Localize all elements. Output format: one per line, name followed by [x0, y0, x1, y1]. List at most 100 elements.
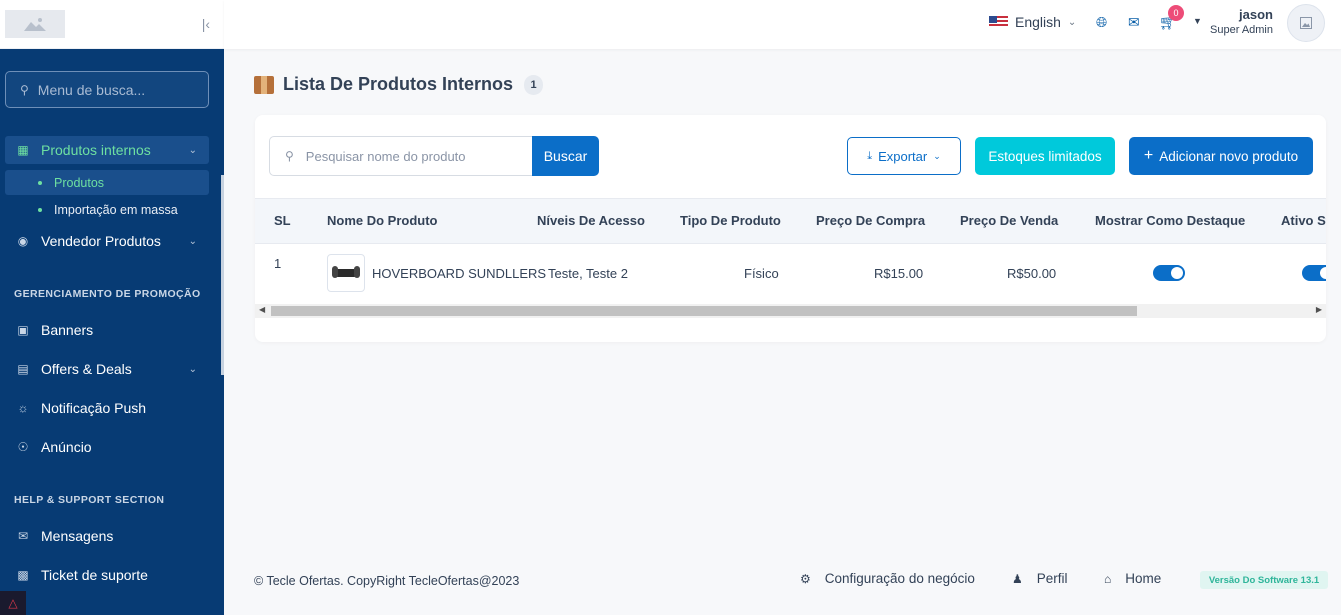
footer-link-label: Perfil — [1036, 571, 1068, 586]
sidebar-item-produtos-internos[interactable]: ▦ Produtos internos ⌄ — [5, 136, 209, 164]
sidebar-item-vendedor-produtos[interactable]: ◉ Vendedor Produtos ⌄ — [5, 227, 209, 255]
horizontal-scrollbar[interactable]: ◀ ▶ — [255, 304, 1326, 318]
products-card: ⚲ Pesquisar nome do produto Buscar ⤓ Exp… — [255, 115, 1326, 342]
sidebar-item-label: Mensagens — [41, 528, 114, 544]
column-header: Preço De Venda — [960, 213, 1059, 228]
sidebar-item-label: Anúncio — [41, 439, 92, 455]
sidebar-search-input[interactable]: ⚲ Menu de busca... — [5, 71, 209, 108]
column-header: Nome Do Produto — [327, 213, 438, 228]
footer-link-label: Home — [1125, 571, 1162, 586]
section-label-help: HELP & SUPPORT SECTION — [14, 494, 165, 506]
sidebar-item-ticket[interactable]: ▩ Ticket de suporte — [5, 561, 209, 589]
globe-icon[interactable]: 🌐︎ — [1096, 14, 1107, 31]
sidebar-item-label: Notificação Push — [41, 400, 147, 416]
topbar: English ⌄ 🌐︎ ✉ 🛒︎ 0 ▼ jason Super Admin — [224, 0, 1341, 49]
box-icon — [254, 75, 274, 94]
column-header: Níveis De Acesso — [537, 213, 645, 228]
chevron-down-icon: ⌄ — [188, 363, 197, 375]
cell-purchase-price: R$15.00 — [874, 266, 924, 281]
sidebar-item-mensagens[interactable]: ✉ Mensagens — [5, 522, 209, 550]
gift-icon: ▤ — [17, 362, 29, 376]
sidebar-item-push[interactable]: ☼ Notificação Push — [5, 394, 209, 422]
column-header: Mostrar Como Destaque — [1095, 213, 1246, 228]
envelope-icon: ✉ — [17, 529, 29, 543]
sidebar-scrollbar[interactable] — [221, 175, 224, 375]
globe-icon: ◉ — [17, 234, 29, 248]
search-icon: ⚲ — [20, 82, 29, 97]
cell-sale-price: R$50.00 — [1007, 266, 1057, 281]
cell-product-type: Físico — [744, 266, 779, 281]
sidebar-item-anuncio[interactable]: ☉ Anúncio — [5, 433, 209, 461]
caret-down-icon[interactable]: ▼ — [1193, 16, 1202, 26]
plus-icon: + — [1143, 147, 1154, 164]
us-flag-icon — [989, 16, 1008, 28]
chevron-down-icon: ⌄ — [188, 144, 197, 156]
debug-icon[interactable]: △ — [0, 591, 26, 615]
sidebar-item-offers[interactable]: ▤ Offers & Deals ⌄ — [5, 355, 209, 383]
logo-image-icon — [24, 18, 46, 31]
export-label: Exportar — [878, 148, 928, 164]
user-name[interactable]: jason — [1239, 7, 1273, 22]
footer-link-config[interactable]: ⚙ Configuração do negócio — [800, 571, 975, 586]
avatar[interactable] — [1287, 4, 1325, 42]
hoverboard-image-icon — [332, 266, 360, 278]
footer-copyright: © Tecle Ofertas. CopyRight TecleOfertas@… — [254, 574, 520, 588]
sidebar-subitem-label: Produtos — [54, 175, 105, 190]
language-selector[interactable]: English ⌄ — [989, 14, 1076, 30]
logo[interactable] — [5, 10, 65, 38]
search-icon: ⚲ — [285, 149, 294, 163]
user-icon: ♟ — [1012, 571, 1023, 586]
active-status-toggle[interactable] — [1302, 265, 1326, 281]
sidebar-item-label: Banners — [41, 322, 94, 338]
chat-icon: ▩ — [17, 568, 29, 582]
chevron-down-icon: ⌄ — [933, 150, 941, 161]
cell-sl: 1 — [274, 256, 282, 271]
sidebar-subitem-importacao[interactable]: Importação em massa — [5, 197, 209, 222]
image-icon: ▣ — [17, 323, 29, 337]
footer-link-home[interactable]: ⌂ Home — [1104, 571, 1161, 586]
chevron-down-icon: ⌄ — [1067, 16, 1077, 28]
sidebar-subitem-produtos[interactable]: Produtos — [5, 170, 209, 195]
search-button[interactable]: Buscar — [532, 136, 599, 176]
page-title-text: Lista De Produtos Internos — [283, 74, 514, 94]
bullet-icon — [38, 207, 42, 212]
page-title: Lista De Produtos Internos 1 — [254, 74, 544, 95]
sidebar-header: |‹ — [0, 0, 224, 49]
microphone-icon: ☉ — [17, 440, 29, 454]
envelope-icon[interactable]: ✉ — [1128, 14, 1140, 31]
featured-toggle[interactable] — [1153, 265, 1185, 281]
bullet-icon — [38, 180, 42, 185]
cart-count-badge: 0 — [1168, 5, 1184, 21]
scroll-left-icon[interactable]: ◀ — [259, 305, 265, 314]
add-product-button[interactable]: + Adicionar novo produto — [1129, 137, 1313, 175]
footer-link-perfil[interactable]: ♟ Perfil — [1012, 571, 1068, 586]
sidebar-subitem-label: Importação em massa — [54, 202, 178, 217]
sidebar: |‹ ⚲ Menu de busca... ▦ Produtos interno… — [0, 0, 224, 615]
add-product-label: Adicionar novo produto — [1159, 148, 1299, 164]
collapse-sidebar-icon[interactable]: |‹ — [202, 16, 210, 32]
column-header: Ativo Status — [1281, 213, 1326, 228]
product-count-badge: 1 — [524, 74, 544, 95]
product-search-placeholder: Pesquisar nome do produto — [305, 148, 466, 164]
product-thumbnail[interactable] — [327, 254, 365, 292]
gear-icon: ⚙ — [800, 571, 811, 586]
home-icon: ⌂ — [1104, 571, 1112, 586]
footer-link-label: Configuração do negócio — [824, 571, 975, 586]
sidebar-item-banners[interactable]: ▣ Banners — [5, 316, 209, 344]
limited-stock-button[interactable]: Estoques limitados — [975, 137, 1115, 175]
export-button[interactable]: ⤓ Exportar ⌄ — [847, 137, 961, 175]
product-search-input[interactable]: ⚲ Pesquisar nome do produto — [269, 136, 533, 176]
cell-product-name[interactable]: HOVERBOARD SUNDLLERS — [372, 266, 546, 281]
sidebar-item-label: Ticket de suporte — [41, 567, 148, 583]
column-header: SL — [274, 213, 291, 228]
scrollbar-thumb[interactable] — [271, 306, 1137, 316]
table-row[interactable]: 1 HOVERBOARD SUNDLLERS Teste, Teste 2 Fí… — [255, 244, 1326, 302]
scroll-right-icon[interactable]: ▶ — [1316, 305, 1322, 314]
sidebar-item-label: Offers & Deals — [41, 361, 132, 377]
avatar-placeholder-icon — [1300, 17, 1312, 29]
cell-access-levels: Teste, Teste 2 — [548, 266, 628, 281]
chevron-down-icon: ⌄ — [188, 235, 197, 247]
sidebar-search-placeholder: Menu de busca... — [37, 81, 146, 98]
sidebar-item-label: Produtos internos — [41, 142, 151, 158]
store-icon: ▦ — [17, 143, 29, 157]
